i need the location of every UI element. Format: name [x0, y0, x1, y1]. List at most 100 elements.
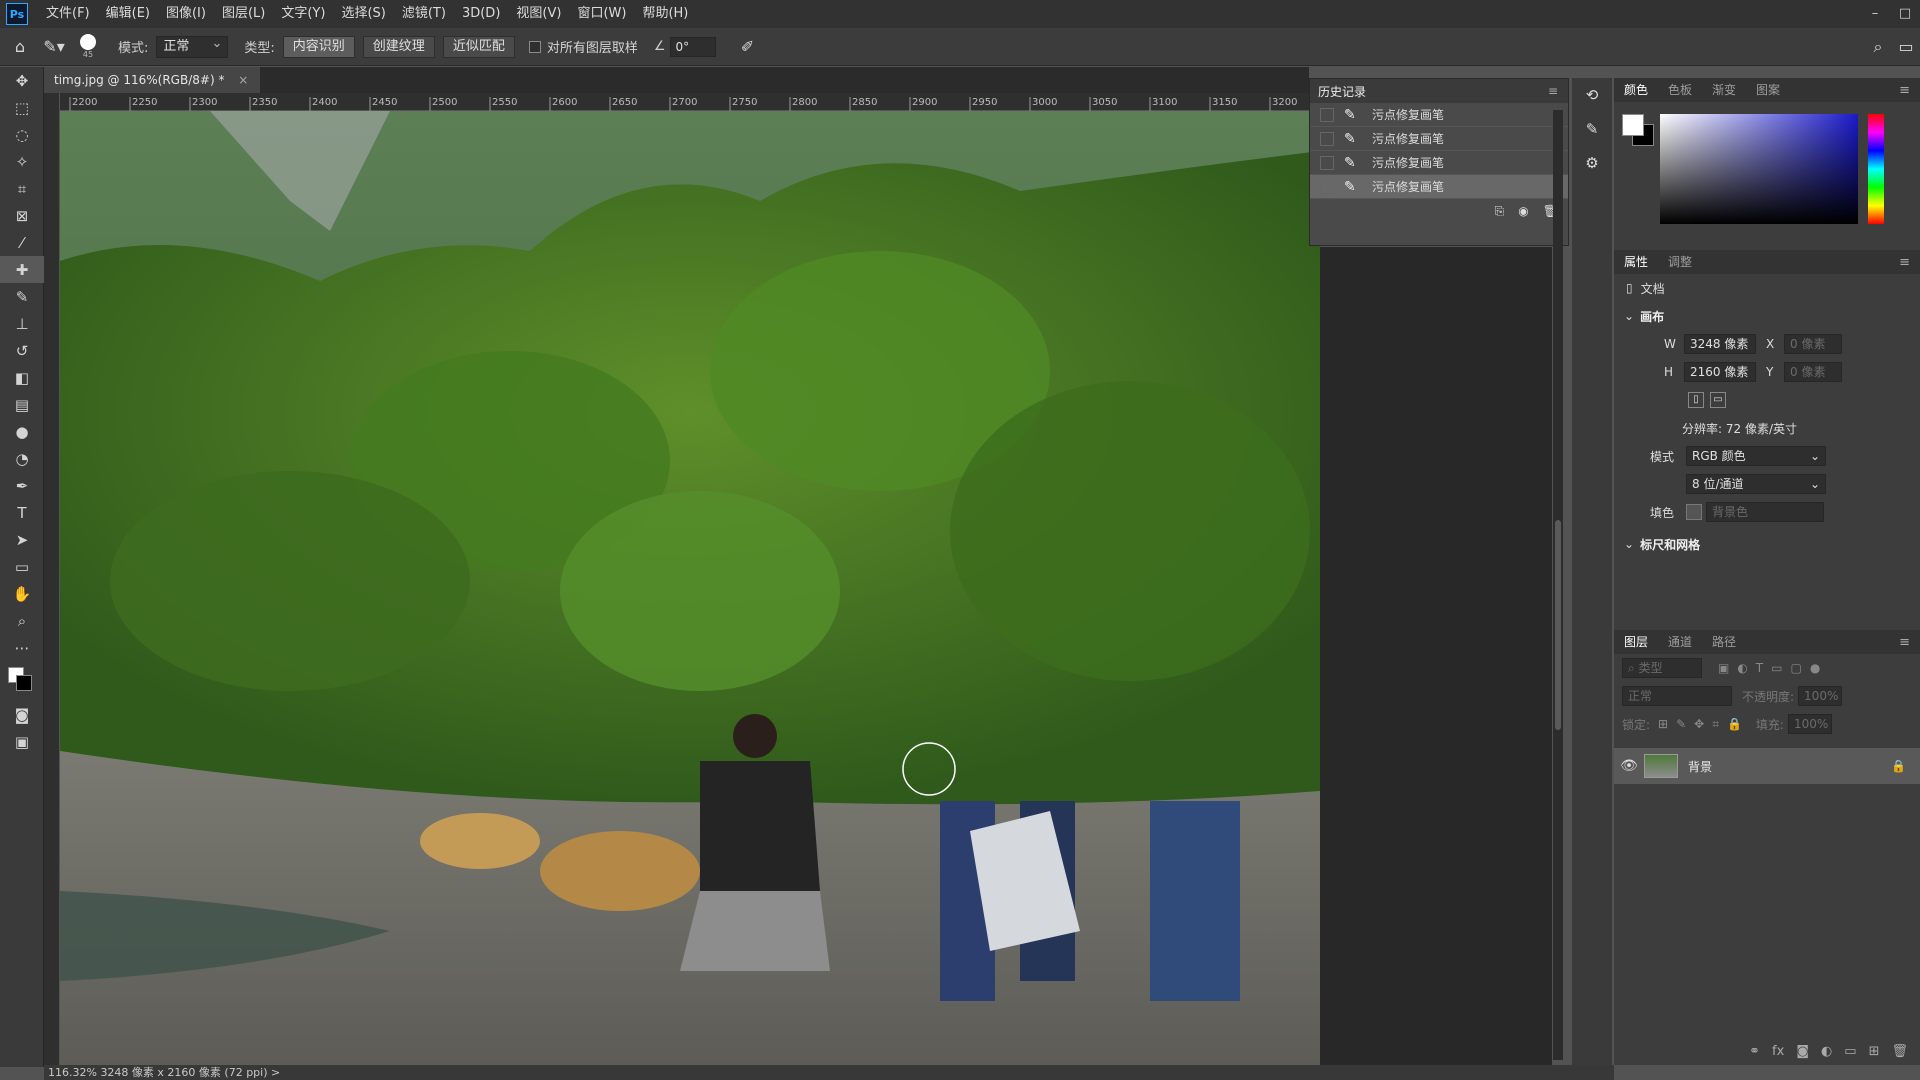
tab-color[interactable]: 颜色	[1614, 78, 1658, 102]
history-panel-icon[interactable]: ⟲	[1572, 78, 1612, 112]
history-brush-tool-icon[interactable]: ↺	[0, 337, 44, 364]
more-tools-icon[interactable]: ⋯	[0, 634, 44, 661]
tab-layers[interactable]: 图层	[1614, 630, 1658, 654]
folder-icon[interactable]: ▭	[1844, 1044, 1856, 1059]
proximity-match-button[interactable]: 近似匹配	[442, 35, 515, 58]
rectangle-tool-icon[interactable]: ▭	[0, 553, 44, 580]
frame-tool-icon[interactable]: ⊠	[0, 202, 44, 229]
history-snapshot-checkbox[interactable]	[1320, 155, 1334, 170]
menu-3d[interactable]: 3D(D)	[454, 0, 508, 28]
canvas-area[interactable]	[60, 111, 1320, 1065]
gradient-tool-icon[interactable]: ▤	[0, 391, 44, 418]
menu-window[interactable]: 窗口(W)	[569, 0, 634, 28]
background-color-icon[interactable]	[16, 675, 32, 691]
history-item[interactable]: ✎ 污点修复画笔	[1310, 103, 1568, 127]
layer-row[interactable]: 👁 背景 🔒	[1614, 748, 1920, 784]
menu-select[interactable]: 选择(S)	[333, 0, 393, 28]
panel-menu-icon[interactable]: ≡	[1899, 255, 1910, 270]
tab-patterns[interactable]: 图案	[1746, 78, 1790, 102]
lasso-tool-icon[interactable]: ◌	[0, 121, 44, 148]
tab-gradients[interactable]: 渐变	[1702, 78, 1746, 102]
document-tab[interactable]: timg.jpg @ 116%(RGB/8#) * ×	[44, 67, 261, 93]
history-snapshot-checkbox[interactable]	[1320, 179, 1334, 194]
history-item-selected[interactable]: ✎ 污点修复画笔	[1310, 175, 1568, 199]
tab-channels[interactable]: 通道	[1658, 630, 1702, 654]
blur-tool-icon[interactable]: ●	[0, 418, 44, 445]
adjustment-layer-icon[interactable]: ◐	[1821, 1044, 1832, 1059]
adjustments-icon[interactable]: ⚙	[1572, 146, 1612, 180]
home-icon[interactable]: ⌂	[6, 33, 34, 61]
menu-help[interactable]: 帮助(H)	[634, 0, 696, 28]
color-mode-select[interactable]: RGB 颜色 ⌄	[1686, 446, 1826, 466]
minimize-button[interactable]: –	[1860, 0, 1890, 28]
eye-icon[interactable]: 👁	[1614, 758, 1644, 774]
path-selection-tool-icon[interactable]: ➤	[0, 526, 44, 553]
dodge-tool-icon[interactable]: ◔	[0, 445, 44, 472]
brush-tool-icon[interactable]: ✎	[0, 283, 44, 310]
history-item[interactable]: ✎ 污点修复画笔	[1310, 151, 1568, 175]
hand-tool-icon[interactable]: ✋	[0, 580, 44, 607]
crop-tool-icon[interactable]: ⌗	[0, 175, 44, 202]
history-item[interactable]: ✎ 污点修复画笔	[1310, 127, 1568, 151]
panel-menu-icon[interactable]: ≡	[1899, 83, 1910, 98]
menu-edit[interactable]: 编辑(E)	[98, 0, 158, 28]
mask-icon[interactable]: ◙	[1796, 1044, 1809, 1059]
canvas-section-header[interactable]: ⌄ 画布	[1614, 302, 1920, 330]
rulers-grid-section-header[interactable]: ⌄ 标尺和网格	[1614, 530, 1920, 558]
tab-adjustments[interactable]: 调整	[1658, 250, 1702, 274]
history-snapshot-checkbox[interactable]	[1320, 131, 1334, 146]
lock-icon[interactable]: 🔒	[1891, 759, 1906, 773]
maximize-button[interactable]: □	[1890, 0, 1920, 28]
portrait-icon[interactable]: ▯	[1688, 392, 1704, 408]
panel-menu-icon[interactable]: ≡	[1899, 635, 1910, 650]
new-layer-icon[interactable]: ⊞	[1869, 1044, 1880, 1059]
clone-stamp-tool-icon[interactable]: ⊥	[0, 310, 44, 337]
brush-settings-icon[interactable]: ✎	[1572, 112, 1612, 146]
zoom-tool-icon[interactable]: ⌕	[0, 607, 44, 634]
width-field[interactable]: 3248 像素	[1684, 334, 1756, 354]
camera-snapshot-icon[interactable]: ◉	[1518, 204, 1528, 218]
eraser-tool-icon[interactable]: ◧	[0, 364, 44, 391]
angle-field[interactable]: 0°	[669, 36, 716, 57]
sample-all-layers-checkbox[interactable]	[528, 40, 541, 53]
content-aware-button[interactable]: 内容识别	[282, 35, 355, 58]
landscape-icon[interactable]: ▭	[1710, 392, 1726, 408]
search-icon[interactable]: ⌕	[1864, 33, 1892, 61]
x-field[interactable]: 0 像素	[1784, 334, 1842, 354]
menu-layer[interactable]: 图层(L)	[214, 0, 273, 28]
menu-filter[interactable]: 滤镜(T)	[394, 0, 454, 28]
eyedropper-tool-icon[interactable]: ⁄	[0, 229, 44, 256]
type-tool-icon[interactable]: T	[0, 499, 44, 526]
brush-preset-picker[interactable]: 45	[74, 33, 102, 61]
lock-icons[interactable]: ⊞✎✥⌗🔒	[1658, 717, 1750, 732]
screen-mode-icon[interactable]: ▣	[0, 728, 44, 755]
tool-preset-icon[interactable]: ✎▾	[40, 33, 68, 61]
layer-filter-select[interactable]: ⌕ 类型	[1622, 658, 1702, 678]
marquee-tool-icon[interactable]: ⬚	[0, 94, 44, 121]
menu-file[interactable]: 文件(F)	[38, 0, 98, 28]
pressure-icon[interactable]: ✐	[734, 33, 762, 61]
menu-image[interactable]: 图像(I)	[158, 0, 214, 28]
fill-field[interactable]: 100%	[1787, 714, 1832, 734]
move-tool-icon[interactable]: ✥	[0, 67, 44, 94]
hue-slider[interactable]	[1868, 114, 1884, 224]
create-texture-button[interactable]: 创建纹理	[362, 35, 435, 58]
fx-icon[interactable]: fx	[1772, 1044, 1784, 1059]
layer-filter-icons[interactable]: ▣◐T▭▢●	[1718, 661, 1828, 675]
spot-healing-brush-tool-icon[interactable]: ✚	[0, 256, 44, 283]
document-image[interactable]	[60, 111, 1320, 1065]
tab-paths[interactable]: 路径	[1702, 630, 1746, 654]
scrollbar-thumb[interactable]	[1555, 520, 1561, 730]
blend-mode-select[interactable]: 正常	[1622, 686, 1732, 706]
tab-properties[interactable]: 属性	[1614, 250, 1658, 274]
height-field[interactable]: 2160 像素	[1684, 362, 1756, 382]
fill-select[interactable]: 背景色	[1706, 502, 1824, 522]
new-document-from-state-icon[interactable]: ⎘	[1495, 204, 1505, 219]
y-field[interactable]: 0 像素	[1784, 362, 1842, 382]
workspace-icon[interactable]: ▭	[1892, 33, 1920, 61]
tab-swatches[interactable]: 色板	[1658, 78, 1702, 102]
color-picker-field[interactable]	[1660, 114, 1858, 224]
mode-select[interactable]: 正常	[156, 34, 229, 58]
menu-view[interactable]: 视图(V)	[508, 0, 569, 28]
quick-mask-icon[interactable]: ◙	[0, 701, 44, 728]
